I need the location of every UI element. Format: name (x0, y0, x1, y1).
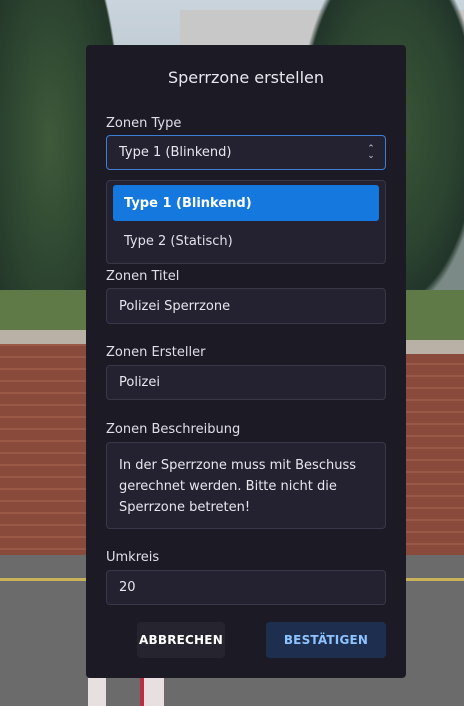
zone-title-value: Polizei Sperrzone (119, 298, 231, 314)
zone-type-select[interactable]: Type 1 (Blinkend) ⌃ ⌄ (106, 135, 386, 170)
confirm-button[interactable]: BESTÄTIGEN (266, 622, 386, 658)
radius-input[interactable]: 20 (106, 570, 386, 605)
zone-type-label: Zonen Type (106, 116, 182, 131)
zone-description-textarea[interactable]: In der Sperrzone muss mit Beschuss gerec… (106, 442, 386, 529)
zone-type-selected-value: Type 1 (Blinkend) (119, 145, 232, 160)
create-zone-dialog: Sperrzone erstellen Zonen Type Type 1 (B… (86, 45, 406, 678)
brick-wall-right (404, 340, 464, 555)
zone-description-value: In der Sperrzone muss mit Beschuss gerec… (119, 458, 356, 515)
zone-creator-value: Polizei (119, 375, 160, 390)
dialog-title: Sperrzone erstellen (167, 68, 325, 87)
brick-wall-left (0, 330, 90, 560)
radius-value: 20 (119, 580, 136, 595)
zone-title-label: Zonen Titel (106, 269, 180, 284)
bollard (140, 678, 164, 706)
chevron-up-down-icon: ⌃ ⌄ (367, 144, 375, 161)
radius-label: Umkreis (106, 550, 160, 565)
zone-type-dropdown: Type 1 (Blinkend) Type 2 (Statisch) (106, 180, 386, 264)
zone-type-option-2[interactable]: Type 2 (Statisch) (113, 223, 379, 259)
zone-creator-label: Zonen Ersteller (106, 345, 206, 360)
zone-description-label: Zonen Beschreibung (106, 422, 241, 437)
zone-type-option-1[interactable]: Type 1 (Blinkend) (113, 185, 379, 221)
zone-creator-input[interactable]: Polizei (106, 365, 386, 400)
bollard (88, 678, 106, 706)
cancel-button[interactable]: ABBRECHEN (137, 622, 225, 658)
zone-title-input[interactable]: Polizei Sperrzone (106, 288, 386, 324)
